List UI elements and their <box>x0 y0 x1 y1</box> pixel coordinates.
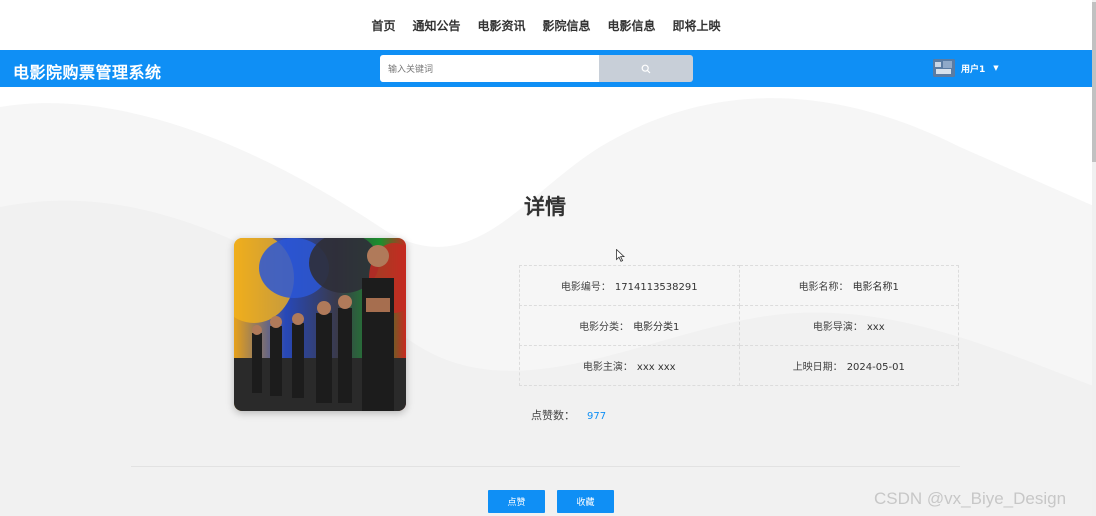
nav-movie-news[interactable]: 电影资讯 <box>477 17 525 34</box>
field-movie-cast: 电影主演： xxx xxx <box>519 345 740 386</box>
site-title: 电影院购票管理系统 <box>13 63 162 82</box>
favorite-button[interactable]: 收藏 <box>557 490 614 513</box>
username: 用户1 <box>961 64 986 75</box>
likes-count: 977 <box>587 411 607 422</box>
page-title: 详情 <box>524 195 566 219</box>
field-movie-number: 电影编号： 1714113538291 <box>519 265 740 306</box>
field-movie-name: 电影名称： 电影名称1 <box>738 265 959 306</box>
movie-poster <box>234 238 406 411</box>
field-release-date: 上映日期： 2024-05-01 <box>738 345 959 386</box>
like-button[interactable]: 点赞 <box>488 490 545 513</box>
search-icon <box>641 64 651 73</box>
mouse-cursor-icon <box>616 249 625 262</box>
nav-home[interactable]: 首页 <box>371 17 395 34</box>
nav-coming-soon[interactable]: 即将上映 <box>673 17 721 34</box>
top-navigation: 首页 通知公告 电影资讯 影院信息 电影信息 即将上映 <box>0 0 1092 50</box>
field-label: 上映日期： <box>792 362 843 373</box>
search-input[interactable] <box>380 55 599 82</box>
user-avatar <box>933 59 955 77</box>
field-value: 2024-05-01 <box>846 362 905 373</box>
likes-row: 点赞数： 977 <box>531 407 606 423</box>
divider <box>131 466 960 467</box>
page-scrollbar[interactable] <box>1092 0 1096 516</box>
field-value: 1714113538291 <box>614 282 698 293</box>
watermark: CSDN @vx_Biye_Design <box>874 489 1067 508</box>
nav-movie-info[interactable]: 电影信息 <box>608 17 656 34</box>
search-button[interactable] <box>599 55 693 82</box>
header-bar: 电影院购票管理系统 用户1 ▼ <box>0 50 1092 87</box>
field-label: 电影主演： <box>582 362 633 373</box>
field-value: 电影名称1 <box>852 282 899 293</box>
field-movie-category: 电影分类： 电影分类1 <box>519 305 740 346</box>
field-label: 电影名称： <box>798 282 849 293</box>
user-menu[interactable]: 用户1 ▼ <box>933 54 999 82</box>
movie-info-table: 电影编号： 1714113538291 电影名称： 电影名称1 电影分类： 电影分类1… <box>519 265 959 386</box>
field-value: 电影分类1 <box>633 322 680 333</box>
field-label: 电影编号： <box>560 282 611 293</box>
field-label: 电影分类： <box>579 322 630 333</box>
table-row: 电影编号： 1714113538291 电影名称： 电影名称1 <box>519 265 959 306</box>
scrollbar-thumb[interactable] <box>1092 2 1096 162</box>
table-row: 电影分类： 电影分类1 电影导演： xxx <box>519 305 959 346</box>
field-value: xxx <box>866 322 885 333</box>
likes-label: 点赞数： <box>531 409 575 422</box>
table-row: 电影主演： xxx xxx 上映日期： 2024-05-01 <box>519 345 959 386</box>
field-value: xxx xxx <box>636 362 676 373</box>
chevron-down-icon: ▼ <box>993 64 999 72</box>
nav-notices[interactable]: 通知公告 <box>412 17 460 34</box>
field-movie-director: 电影导演： xxx <box>738 305 959 346</box>
nav-cinema-info[interactable]: 影院信息 <box>543 17 591 34</box>
field-label: 电影导演： <box>812 322 863 333</box>
detail-content: 详情 电影编号： 1714113538291 电影名称： 电影名称1 电影分类：… <box>0 87 1092 516</box>
